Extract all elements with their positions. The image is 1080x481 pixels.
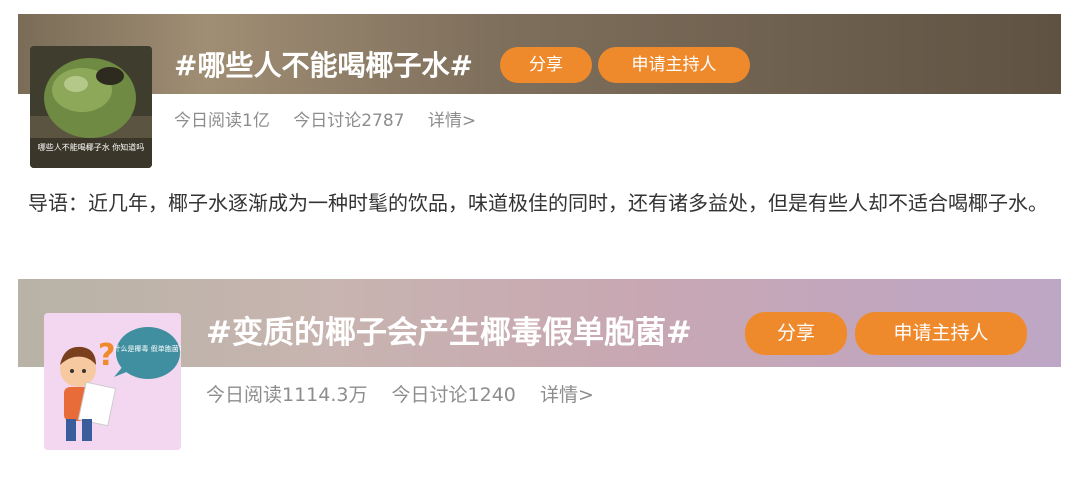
cartoon-boy-illustration: 什么是椰毒 假单胞菌? ? bbox=[44, 313, 181, 450]
topic-stats: 今日阅读1114.3万 今日讨论1240 详情> bbox=[206, 380, 612, 407]
coconut-photo: 哪些人不能喝椰子水 你知道吗 bbox=[30, 46, 152, 168]
thumb-caption: 哪些人不能喝椰子水 你知道吗 bbox=[38, 142, 145, 152]
topic-card-1: 哪些人不能喝椰子水 你知道吗 #哪些人不能喝椰子水# 分享 申请主持人 今日阅读… bbox=[18, 14, 1061, 174]
topic-card-2: 什么是椰毒 假单胞菌? ? #变质的椰子会产生椰毒假单胞菌# 分享 申请主持人 bbox=[18, 279, 1061, 459]
topic-thumbnail[interactable]: 哪些人不能喝椰子水 你知道吗 bbox=[30, 46, 152, 168]
apply-host-button[interactable]: 申请主持人 bbox=[855, 312, 1027, 355]
details-link[interactable]: 详情> bbox=[540, 384, 594, 406]
reads-today: 今日阅读1114.3万 bbox=[206, 384, 368, 406]
topic-title[interactable]: #变质的椰子会产生椰毒假单胞菌# bbox=[206, 311, 692, 355]
topic-page: 哪些人不能喝椰子水 你知道吗 #哪些人不能喝椰子水# 分享 申请主持人 今日阅读… bbox=[0, 0, 1080, 481]
topic-thumbnail[interactable]: 什么是椰毒 假单胞菌? ? bbox=[44, 313, 181, 450]
reads-today: 今日阅读1亿 bbox=[174, 111, 270, 131]
discussions-today: 今日讨论2787 bbox=[293, 111, 405, 131]
apply-host-button[interactable]: 申请主持人 bbox=[598, 47, 750, 83]
topic-stats: 今日阅读1亿 今日讨论2787 详情> bbox=[174, 106, 494, 131]
details-link[interactable]: 详情> bbox=[428, 111, 476, 131]
share-button[interactable]: 分享 bbox=[745, 312, 847, 355]
topic-title[interactable]: #哪些人不能喝椰子水# bbox=[174, 46, 473, 86]
discussions-today: 今日讨论1240 bbox=[391, 384, 516, 406]
share-button[interactable]: 分享 bbox=[500, 47, 592, 83]
svg-text:?: ? bbox=[98, 338, 115, 373]
topic-intro: 导语：近几年，椰子水逐渐成为一种时髦的饮品，味道极佳的同时，还有诸多益处，但是有… bbox=[28, 191, 1048, 215]
bubble-text: 什么是椰毒 假单胞菌? bbox=[114, 344, 181, 353]
